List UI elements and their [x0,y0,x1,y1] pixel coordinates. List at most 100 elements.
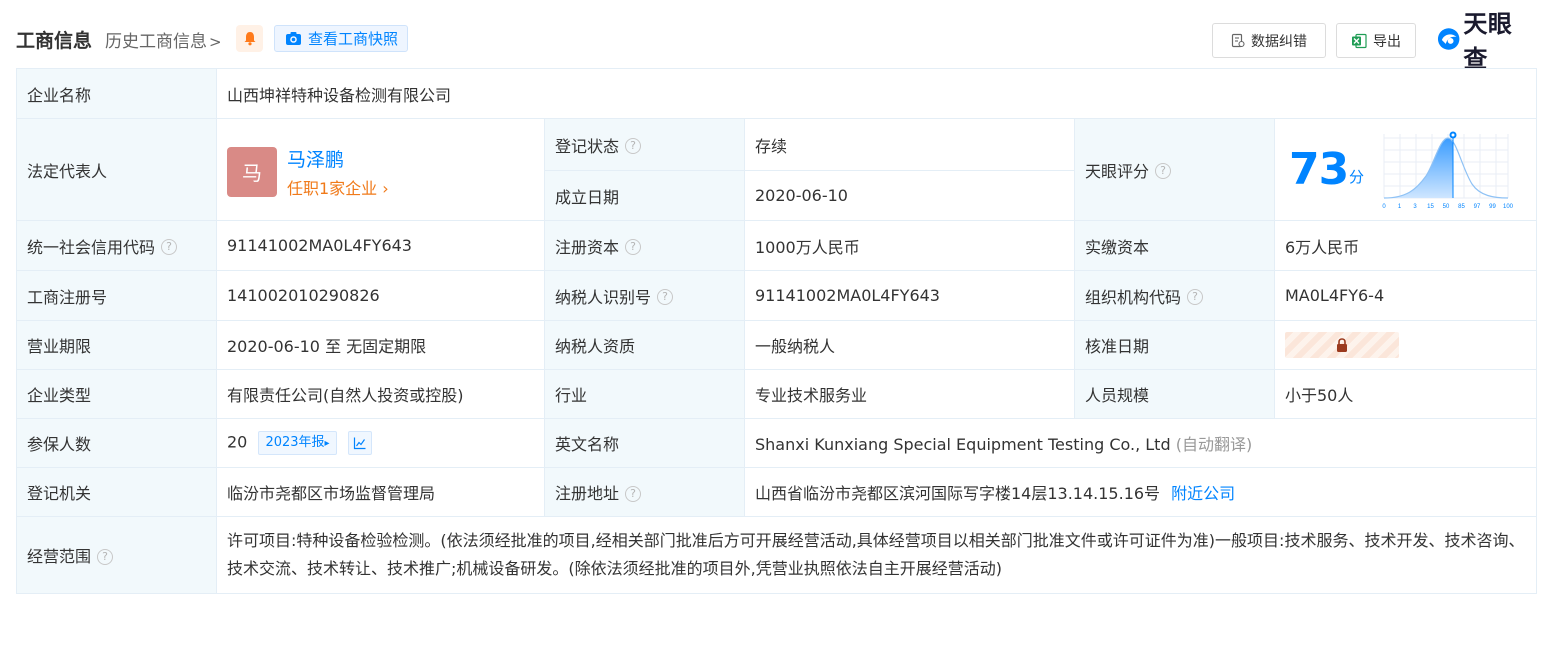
caret-right-icon: ▸ [324,438,330,449]
insured-count: 20 [227,432,248,452]
table-row: 企业类型 有限责任公司(自然人投资或控股) 行业 专业技术服务业 人员规模 小于… [16,369,1538,419]
insured-cell: 20 2023年报▸ [216,418,545,468]
score-axis-tick: 3 [1413,204,1417,210]
industry: 专业技术服务业 [744,369,1075,419]
help-icon[interactable]: ? [625,138,642,154]
staff-size: 小于50人 [1273,369,1538,419]
table-row: 企业名称 山西坤祥特种设备检测有限公司 [16,68,1538,119]
biz-reg-no-label: 工商注册号 [16,270,217,321]
score-axis-tick: 85 [1458,204,1465,210]
org-code-label: 组织机构代码 [1085,287,1182,307]
help-icon[interactable]: ? [625,239,642,255]
taxpayer-id-label-cell: 纳税人识别号? [544,270,745,321]
snapshot-button-label: 查看工商快照 [308,30,399,48]
scope-label: 经营范围 [27,547,92,566]
excel-icon [1352,33,1367,48]
help-icon[interactable]: ? [1187,289,1204,305]
edit-doc-icon [1231,33,1245,48]
table-row: 参保人数 20 2023年报▸ 英文名称 Shanxi Kunxiang Spe… [16,418,1538,468]
score-axis-tick: 1 [1398,204,1402,210]
score-area [1384,137,1453,198]
table-row: 经营范围? 许可项目:特种设备检验检测。(依法须经批准的项目,经相关部门批准后方… [16,516,1538,594]
help-icon[interactable]: ? [625,485,642,502]
snapshot-button[interactable]: 查看工商快照 [274,25,408,52]
taxpayer-qual-label: 纳税人资质 [544,320,745,370]
approval-date-cell [1273,320,1538,370]
nearby-companies-link[interactable]: 附近公司 [1171,484,1235,503]
reg-address-label-cell: 注册地址? [544,467,745,517]
reg-status: 存续 [744,118,1075,171]
credit-code-label: 统一社会信用代码 [27,237,156,257]
history-link[interactable]: 历史工商信息 > [105,27,222,52]
help-icon[interactable]: ? [657,289,674,305]
chevron-right-icon: › [377,178,389,198]
en-name-note: (自动翻译) [1175,435,1253,454]
export-label: 导出 [1373,33,1401,50]
data-correction-button[interactable]: 数据纠错 [1212,23,1326,58]
taxpayer-qual: 一般纳税人 [744,320,1075,370]
trend-chart-icon [353,437,366,450]
en-name: Shanxi Kunxiang Special Equipment Testin… [755,435,1171,454]
legal-rep-cell: 马 马泽鹏 任职1家企业 › [216,118,545,221]
score-label: 天眼评分 [1085,161,1150,181]
camera-icon [286,32,301,45]
company-name: 山西坤祥特种设备检测有限公司 [215,68,1538,119]
legal-rep-jobs-link[interactable]: 任职1家企业 › [287,175,389,199]
staff-size-label: 人员规模 [1074,369,1275,419]
score-axis-tick: 99 [1489,204,1496,210]
score-axis-tick: 15 [1427,204,1434,210]
legal-rep-jobs-label: 任职1家企业 [287,178,378,198]
score-value: 73 [1289,143,1349,195]
score-label-cell: 天眼评分? [1074,118,1275,221]
reg-address-label: 注册地址 [555,484,620,503]
found-date: 2020-06-10 [744,170,1075,221]
biz-term: 2020-06-10 至 无固定期限 [216,320,545,370]
annual-report-label: 2023年报 [265,435,325,450]
insured-label: 参保人数 [16,418,217,468]
score-marker-dot-inner [1451,133,1455,136]
annual-report-badge[interactable]: 2023年报▸ [258,431,337,455]
score-axis: 0 1 3 15 50 85 97 99 100 [1382,204,1513,210]
export-button[interactable]: 导出 [1336,23,1416,58]
trend-chart-button[interactable] [347,431,372,455]
table-row: 工商注册号 141002010290826 纳税人识别号? 91141002MA… [16,270,1538,321]
section-header: 工商信息 历史工商信息 > 查看工商快照 数据纠错 导出 天眼查 [16,10,1535,73]
business-info-table: 企业名称 山西坤祥特种设备检测有限公司 法定代表人 马 马泽鹏 任职1家企业 ›… [16,68,1538,594]
reg-address: 山西省临汾市尧都区滨河国际写字楼14层13.14.15.16号 [755,484,1161,503]
org-code-label-cell: 组织机构代码? [1074,270,1275,321]
paid-capital: 6万人民币 [1273,220,1538,271]
score-cell[interactable]: 73 分 0 1 3 15 50 85 97 99 100 [1273,118,1538,221]
scope-label-cell: 经营范围? [16,516,217,594]
reg-capital-label-cell: 注册资本? [544,220,745,271]
avatar[interactable]: 马 [227,146,277,197]
credit-code-label-cell: 统一社会信用代码? [16,220,217,271]
score-distribution-chart: 0 1 3 15 50 85 97 99 100 [1382,131,1514,210]
history-link-label: 历史工商信息 [105,32,207,52]
logo-icon [1437,28,1460,50]
help-icon[interactable]: ? [1155,163,1172,179]
taxpayer-id-label: 纳税人识别号 [555,287,652,307]
biz-reg-no: 141002010290826 [216,270,545,321]
help-icon[interactable]: ? [97,548,114,565]
found-date-label: 成立日期 [544,170,745,221]
score-axis-tick: 97 [1474,204,1481,210]
company-type-label: 企业类型 [16,369,217,419]
help-icon[interactable]: ? [161,239,178,255]
lock-icon [1337,338,1347,352]
data-correction-label: 数据纠错 [1251,33,1307,50]
score-axis-tick: 0 [1382,204,1386,210]
chevron-right-icon: > [209,33,222,51]
locked-value-button[interactable] [1285,332,1399,358]
table-row: 统一社会信用代码? 91141002MA0L4FY643 注册资本? 1000万… [16,220,1538,271]
taxpayer-id: 91141002MA0L4FY643 [744,270,1075,321]
bell-icon [244,32,255,46]
reg-status-label: 登记状态 [555,136,620,156]
reg-authority: 临汾市尧都区市场监督管理局 [216,467,545,517]
reg-capital-label: 注册资本 [555,237,620,257]
approval-date-label: 核准日期 [1074,320,1275,370]
legal-rep-name-link[interactable]: 马泽鹏 [287,145,344,172]
org-code: MA0L4FY6-4 [1273,270,1538,321]
monitor-bell-button[interactable] [236,25,263,52]
legal-rep-label: 法定代表人 [16,118,217,221]
section-title: 工商信息 [16,30,93,52]
